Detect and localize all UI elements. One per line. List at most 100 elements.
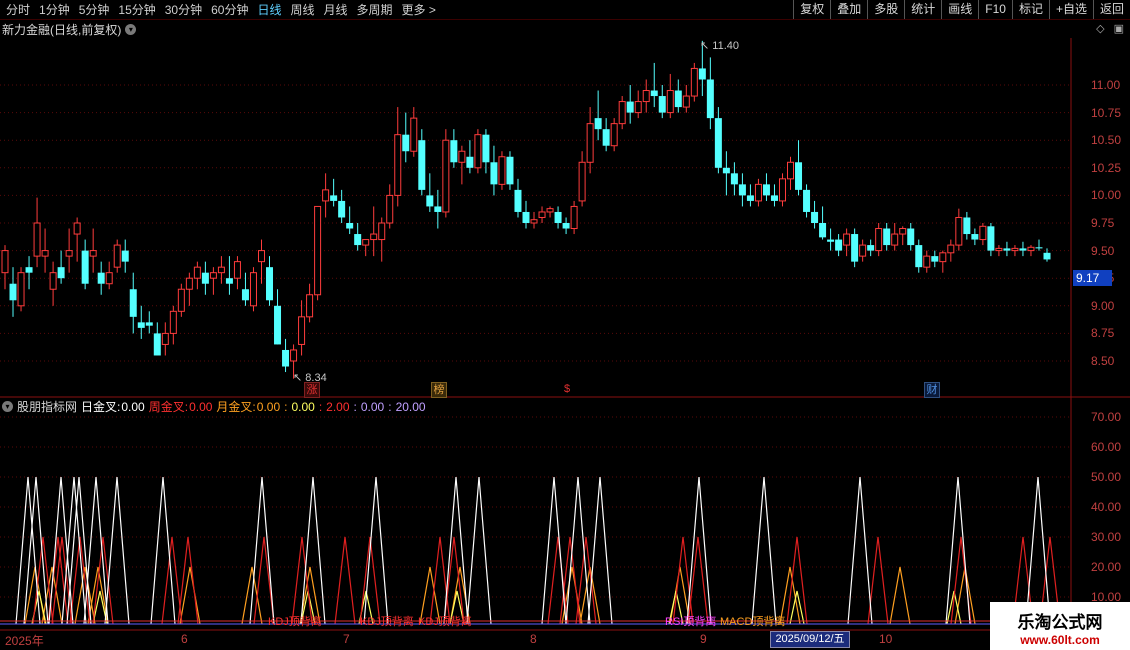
candle[interactable]: [49, 261, 57, 306]
candle[interactable]: [578, 151, 586, 207]
candle[interactable]: [402, 112, 410, 163]
candle[interactable]: [233, 256, 241, 290]
candle[interactable]: [145, 311, 153, 334]
candle[interactable]: [546, 206, 554, 218]
candle[interactable]: [81, 239, 89, 290]
candle[interactable]: [995, 245, 1003, 257]
candle[interactable]: [225, 256, 233, 295]
kline-chart[interactable]: ↖ 11.40 ↖ 8.34 KDJ顶背离 KDJ顶背离 KDJ顶背离 RSI顶…: [0, 0, 1130, 650]
candle[interactable]: [530, 211, 538, 229]
candle[interactable]: [410, 107, 418, 157]
candle[interactable]: [955, 208, 963, 251]
candle[interactable]: [1, 245, 9, 290]
candle[interactable]: [658, 85, 666, 119]
candle[interactable]: [193, 261, 201, 290]
candle[interactable]: [642, 79, 650, 113]
candle[interactable]: [298, 300, 306, 356]
candle[interactable]: [522, 200, 530, 229]
candle[interactable]: [682, 85, 690, 113]
candle[interactable]: [1011, 245, 1019, 257]
candle[interactable]: [274, 289, 282, 345]
candle[interactable]: [498, 151, 506, 190]
candle[interactable]: [570, 200, 578, 235]
candle[interactable]: [939, 250, 947, 273]
candle[interactable]: [634, 90, 642, 119]
candle[interactable]: [891, 223, 899, 251]
candle[interactable]: [562, 217, 570, 235]
candle[interactable]: [33, 197, 41, 268]
candle[interactable]: [851, 228, 859, 268]
candle[interactable]: [538, 206, 546, 223]
candle[interactable]: [209, 267, 217, 295]
candle[interactable]: [915, 239, 923, 273]
candle[interactable]: [490, 145, 498, 196]
candle[interactable]: [722, 151, 730, 196]
candle[interactable]: [618, 96, 626, 130]
candle[interactable]: [931, 250, 939, 268]
candle[interactable]: [314, 205, 322, 301]
event-marker-cai[interactable]: 财: [924, 382, 940, 398]
candle[interactable]: [458, 145, 466, 185]
candle[interactable]: [867, 239, 875, 257]
candle[interactable]: [153, 322, 161, 356]
candle[interactable]: [979, 223, 987, 246]
candle[interactable]: [177, 283, 185, 317]
candle[interactable]: [25, 256, 33, 290]
candle[interactable]: [450, 129, 458, 168]
candle[interactable]: [875, 223, 883, 257]
candle[interactable]: [506, 151, 514, 190]
candle[interactable]: [602, 118, 610, 152]
candle[interactable]: [843, 228, 851, 257]
candle[interactable]: [306, 283, 314, 323]
candle[interactable]: [803, 184, 811, 218]
candle[interactable]: [370, 206, 378, 257]
candle[interactable]: [963, 211, 971, 240]
candle[interactable]: [674, 79, 682, 113]
candle[interactable]: [338, 189, 346, 223]
candle[interactable]: [466, 140, 474, 174]
candle[interactable]: [899, 226, 907, 246]
candle[interactable]: [322, 173, 330, 218]
candle[interactable]: [482, 129, 490, 174]
candle[interactable]: [778, 173, 786, 207]
candle[interactable]: [330, 178, 338, 207]
candle[interactable]: [57, 250, 65, 284]
candle[interactable]: [426, 173, 434, 212]
candle[interactable]: [514, 178, 522, 218]
candle[interactable]: [754, 178, 762, 207]
candle[interactable]: [626, 85, 634, 124]
candle[interactable]: [346, 206, 354, 235]
candle[interactable]: [121, 239, 129, 273]
indicator-name[interactable]: 股朋指标网: [17, 398, 77, 415]
candle[interactable]: [394, 107, 402, 207]
candle[interactable]: [594, 90, 602, 141]
candle[interactable]: [987, 223, 995, 257]
candle[interactable]: [827, 228, 835, 251]
candle[interactable]: [65, 228, 73, 273]
candle[interactable]: [883, 223, 891, 251]
candle[interactable]: [17, 267, 25, 312]
candle[interactable]: [706, 57, 714, 130]
candle[interactable]: [554, 206, 562, 229]
candle[interactable]: [730, 162, 738, 196]
candle[interactable]: [169, 305, 177, 345]
candle[interactable]: [971, 228, 979, 246]
candle[interactable]: [746, 184, 754, 207]
candle[interactable]: [129, 272, 137, 334]
candle[interactable]: [795, 140, 803, 196]
candle[interactable]: [819, 206, 827, 240]
candle[interactable]: [1027, 245, 1035, 257]
candle[interactable]: [97, 261, 105, 295]
candle[interactable]: [386, 184, 394, 229]
candle[interactable]: [1019, 241, 1027, 257]
candle[interactable]: [282, 338, 290, 373]
candle[interactable]: [266, 256, 274, 306]
candle[interactable]: [73, 217, 81, 262]
candle[interactable]: [859, 239, 867, 262]
event-marker-bang[interactable]: 榜: [431, 382, 447, 398]
candle[interactable]: [161, 322, 169, 356]
candle[interactable]: [474, 129, 482, 174]
candle[interactable]: [762, 173, 770, 201]
candle[interactable]: [1035, 239, 1043, 251]
candle[interactable]: [923, 250, 931, 273]
